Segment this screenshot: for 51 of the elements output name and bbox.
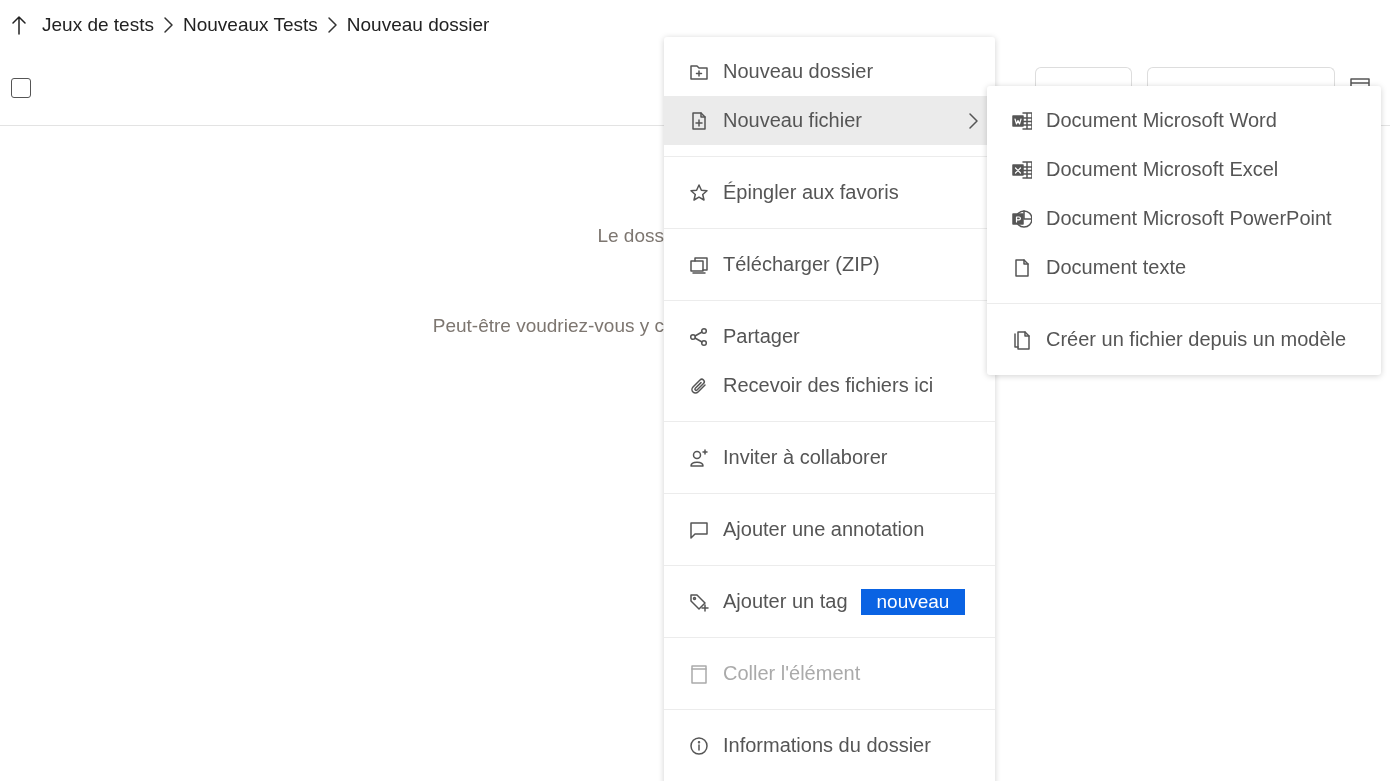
- info-icon: [689, 735, 709, 756]
- share-icon: [689, 326, 709, 347]
- menu-item-label: Télécharger (ZIP): [723, 253, 880, 276]
- view-toggle-icon: [1350, 78, 1370, 86]
- menu-item-label: Document Microsoft Excel: [1046, 158, 1279, 181]
- chevron-icon: [162, 16, 174, 34]
- menu-item-label: Nouveau dossier: [723, 60, 874, 83]
- menu-item[interactable]: Inviter à collaborer: [664, 433, 995, 482]
- menu-item-label: Document Microsoft Word: [1046, 109, 1277, 132]
- presentation-icon: [1012, 208, 1032, 229]
- menu-item[interactable]: Nouveau dossier: [664, 47, 995, 96]
- paperclip-icon: [689, 375, 709, 396]
- star-icon: [689, 182, 709, 203]
- menu-item-label: Épingler aux favoris: [723, 181, 899, 204]
- menu-item[interactable]: Recevoir des fichiers ici: [664, 361, 995, 410]
- empty-state-hint: Peut-être voudriez-vous y c: [431, 314, 664, 338]
- menu-item-label: Coller l'élément: [723, 662, 861, 685]
- menu-item-label: Ajouter un tag: [723, 590, 848, 613]
- up-arrow-icon: [12, 15, 26, 35]
- copy-document-icon: [1012, 329, 1032, 350]
- file-plus-icon: [689, 110, 709, 131]
- breadcrumb-link[interactable]: Jeux de tests: [42, 14, 154, 36]
- menu-item[interactable]: Ajouter une annotation: [664, 505, 995, 554]
- menu-item-label: Partager: [723, 325, 800, 348]
- document-icon: [1012, 257, 1032, 278]
- menu-item[interactable]: Informations du dossier: [664, 721, 995, 770]
- user-plus-icon: [689, 447, 709, 468]
- breadcrumb-link[interactable]: Nouveau dossier: [346, 14, 490, 36]
- menu-item-label: Créer un fichier depuis un modèle: [1046, 328, 1347, 351]
- menu-item-label: Document Microsoft PowerPoint: [1046, 207, 1332, 230]
- menu-item-label: Inviter à collaborer: [723, 446, 888, 469]
- word-document-icon: [1012, 110, 1032, 131]
- sort-order-button[interactable]: [1147, 67, 1335, 86]
- chevron-icon: [326, 16, 338, 34]
- menu-item-label: Informations du dossier: [723, 734, 931, 757]
- menu-item-label: Document texte: [1046, 256, 1187, 279]
- menu-item-label: Recevoir des fichiers ici: [723, 374, 934, 397]
- select-all-checkbox[interactable]: [11, 77, 31, 98]
- menu-item-label: Nouveau fichier: [723, 109, 862, 132]
- comment-icon: [689, 519, 709, 540]
- menu-item[interactable]: Ajouter un tag nouveau: [664, 577, 995, 626]
- sort-field-button[interactable]: [1035, 67, 1132, 86]
- menu-item-label: Ajouter une annotation: [723, 518, 925, 541]
- clipboard-icon: [689, 663, 709, 684]
- chevron-icon: [968, 111, 979, 130]
- download-icon: [689, 254, 709, 275]
- breadcrumb-link[interactable]: Nouveaux Tests: [182, 14, 318, 36]
- tag-plus-icon: [689, 591, 709, 612]
- empty-state-title: Le doss: [596, 224, 664, 248]
- new-badge: nouveau: [860, 588, 966, 615]
- spreadsheet-icon: [1012, 159, 1032, 180]
